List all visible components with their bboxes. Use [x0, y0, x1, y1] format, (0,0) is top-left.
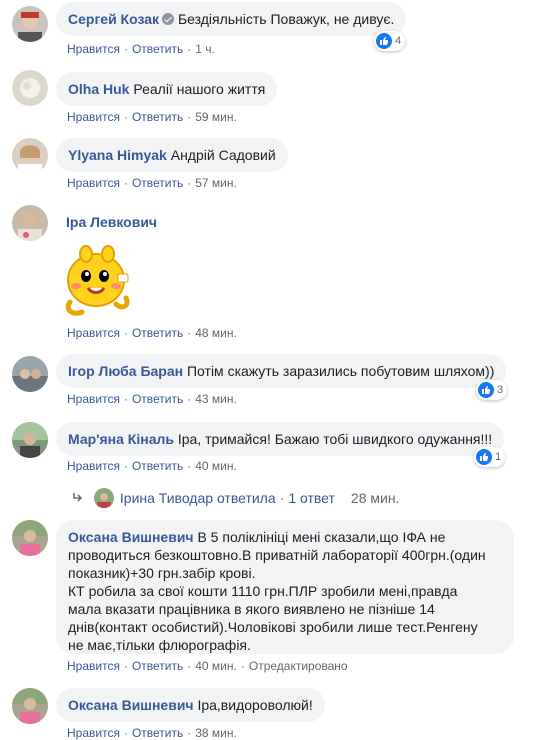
avatar [93, 488, 114, 508]
like-link[interactable]: Нравится [67, 42, 120, 56]
like-link[interactable]: Нравится [67, 110, 120, 124]
comment-text: Іра, тримайся! Бажаю тобі швидкого одужа… [177, 431, 493, 447]
like-link[interactable]: Нравится [67, 176, 120, 190]
reply-link[interactable]: Ответить [132, 459, 183, 473]
like-icon [376, 33, 392, 49]
avatar[interactable] [12, 6, 48, 42]
reaction-count[interactable]: 1 [474, 447, 506, 467]
avatar[interactable] [12, 205, 48, 241]
avatar[interactable] [12, 422, 48, 458]
reply-link[interactable]: Ответить [132, 42, 183, 56]
avatar[interactable] [12, 138, 48, 174]
comment-bubble: Olha Huk Реалії нашого життя [56, 72, 278, 106]
reaction-count[interactable]: 3 [476, 380, 508, 400]
comment-author[interactable]: Іра Левкович [66, 214, 157, 230]
reply-author[interactable]: Ірина Тиводар [120, 490, 213, 506]
like-icon [478, 382, 494, 398]
verified-icon [162, 13, 175, 25]
timestamp[interactable]: 40 мин. [195, 659, 237, 673]
comment-author[interactable]: Мар'яна Кіналь [68, 431, 174, 447]
timestamp[interactable]: 59 мин. [195, 110, 237, 124]
timestamp[interactable]: 43 мин. [195, 392, 237, 406]
comment-author-line: Іра Левкович [66, 213, 157, 231]
comment-actions: Нравится · Ответить · 43 мин. [67, 392, 237, 406]
like-icon [476, 449, 492, 465]
avatar[interactable] [12, 520, 48, 556]
reply-link[interactable]: Ответить [132, 726, 183, 740]
comment-actions: Нравится · Ответить · 40 мин. · Отредактирован… [67, 659, 348, 673]
comment-text: Андрій Садовий [170, 147, 276, 163]
comment-author[interactable]: Оксана Вишневич [68, 529, 194, 545]
reply-thread-link[interactable]: Ірина Тиводар ответила · 1 ответ 28 мин. [72, 488, 399, 508]
comment-author[interactable]: Ylyana Himyak [68, 147, 167, 163]
comment-text: Реалії нашого життя [133, 81, 266, 97]
sticker-image[interactable] [56, 244, 136, 320]
reply-link[interactable]: Ответить [132, 392, 183, 406]
timestamp[interactable]: 38 мин. [195, 726, 237, 740]
comment-author[interactable]: Оксана Вишневич [68, 697, 194, 713]
comment-text-line: проводиться безкоштовно.В приватній лабо… [68, 547, 486, 563]
comment-actions: Нравится · Ответить · 1 ч. [67, 42, 215, 56]
avatar[interactable] [12, 70, 48, 106]
comment-actions: Нравится · Ответить · 57 мин. [67, 176, 237, 190]
avatar[interactable] [12, 688, 48, 724]
comment-text-line: днів(контакт особистий).Чоловікові зроби… [68, 619, 478, 635]
comment-bubble: Мар'яна Кіналь Іра, тримайся! Бажаю тобі… [56, 422, 505, 456]
reply-link[interactable]: Ответить [132, 176, 183, 190]
timestamp[interactable]: 40 мин. [195, 459, 237, 473]
edited-label[interactable]: Отредактировано [249, 659, 348, 673]
comment-bubble: Ігор Люба Баран Потім скажуть заразились… [56, 354, 507, 388]
comment-bubble: Сергей Козак Бездіяльність Поважук, не д… [56, 2, 407, 36]
comment-text-line: показник)+30 грн.забір крові. [68, 565, 256, 581]
comment-text-line: КТ робила за свої кошти 1110 грн.ПЛР зро… [68, 583, 458, 599]
comment-text: Потім скажуть заразились побутовим шляхо… [186, 363, 495, 379]
comment-text-line: не має,тільки флюрографія. [68, 637, 251, 653]
timestamp[interactable]: 1 ч. [195, 42, 215, 56]
reply-link[interactable]: Ответить [132, 659, 183, 673]
comment-text-line: мала вказати працівника в якого виявлено… [68, 601, 435, 617]
comment-text: Іра,видороволюй! [197, 697, 313, 713]
comment-actions: Нравится · Ответить · 59 мин. [67, 110, 237, 124]
comment-text-line: В 5 поліклініці мені сказали,що ІФА не [197, 529, 446, 545]
comment-actions: Нравится · Ответить · 40 мин. [67, 459, 237, 473]
comment-actions: Нравится · Ответить · 38 мин. [67, 726, 237, 740]
like-link[interactable]: Нравится [67, 459, 120, 473]
reaction-count[interactable]: 4 [374, 31, 406, 51]
comment-actions: Нравится · Ответить · 48 мин. [67, 326, 237, 340]
like-link[interactable]: Нравится [67, 392, 120, 406]
like-link[interactable]: Нравится [67, 726, 120, 740]
comment-bubble: Оксана Вишневич Іра,видороволюй! [56, 688, 325, 722]
comment-author[interactable]: Сергей Козак [68, 11, 159, 27]
comment-bubble: Ylyana Himyak Андрій Садовий [56, 138, 288, 172]
reply-count[interactable]: 1 ответ [288, 490, 335, 506]
like-link[interactable]: Нравится [67, 659, 120, 673]
timestamp[interactable]: 57 мин. [195, 176, 237, 190]
reply-link[interactable]: Ответить [132, 110, 183, 124]
comment-author[interactable]: Ігор Люба Баран [68, 363, 183, 379]
reply-action[interactable]: ответила [217, 490, 276, 506]
comment-author[interactable]: Olha Huk [68, 81, 129, 97]
reply-arrow-icon [72, 490, 88, 506]
avatar[interactable] [12, 356, 48, 392]
comment-bubble: Оксана Вишневич В 5 поліклініці мені ска… [56, 520, 514, 654]
timestamp[interactable]: 48 мин. [195, 326, 237, 340]
timestamp: 28 мин. [350, 490, 400, 506]
like-link[interactable]: Нравится [67, 326, 120, 340]
comment-text: Бездіяльність Поважук, не дивує. [177, 11, 395, 27]
reply-link[interactable]: Ответить [132, 326, 183, 340]
